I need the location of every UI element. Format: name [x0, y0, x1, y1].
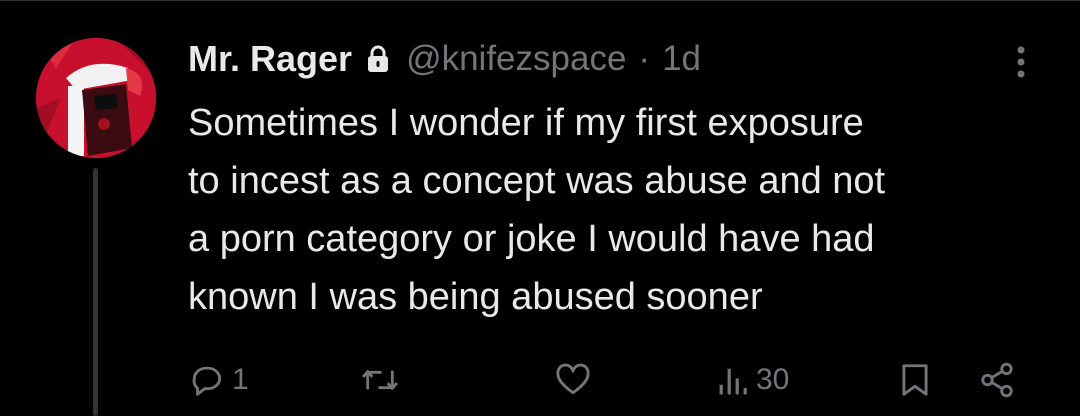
lock-icon	[366, 45, 390, 73]
reply-count: 1	[232, 363, 249, 396]
post-text-line: a porn category or joke I would have had	[188, 218, 875, 260]
like-icon	[553, 361, 593, 399]
share-icon	[978, 361, 1016, 399]
post-text-line: known I was being abused sooner	[188, 276, 763, 318]
author-handle[interactable]: @knifezspace	[406, 39, 626, 79]
bookmark-icon	[898, 361, 932, 399]
repost-button[interactable]	[360, 352, 400, 408]
like-button[interactable]	[553, 352, 593, 408]
top-divider	[0, 0, 1080, 1]
action-bar: 1 30	[0, 352, 1080, 408]
avatar[interactable]	[36, 38, 156, 158]
share-button[interactable]	[978, 352, 1016, 408]
views-button[interactable]: 30	[718, 352, 789, 408]
views-icon	[718, 362, 750, 398]
separator-dot: ·	[638, 39, 651, 78]
post-header: Mr. Rager @knifezspace · 1d	[188, 34, 701, 84]
post-text-line: to incest as a concept was abuse and not	[188, 160, 886, 202]
post-text: Sometimes I wonder if my first exposure …	[188, 94, 1058, 326]
repost-icon	[360, 361, 400, 399]
post-text-line: Sometimes I wonder if my first exposure	[188, 102, 864, 144]
bookmark-button[interactable]	[898, 352, 932, 408]
author-name[interactable]: Mr. Rager	[188, 38, 352, 80]
reply-button[interactable]: 1	[188, 352, 249, 408]
reply-icon	[188, 361, 226, 399]
post-time[interactable]: 1d	[662, 39, 701, 79]
more-vertical-icon[interactable]	[1006, 42, 1036, 82]
views-count: 30	[756, 363, 790, 396]
avatar-image	[36, 38, 156, 158]
